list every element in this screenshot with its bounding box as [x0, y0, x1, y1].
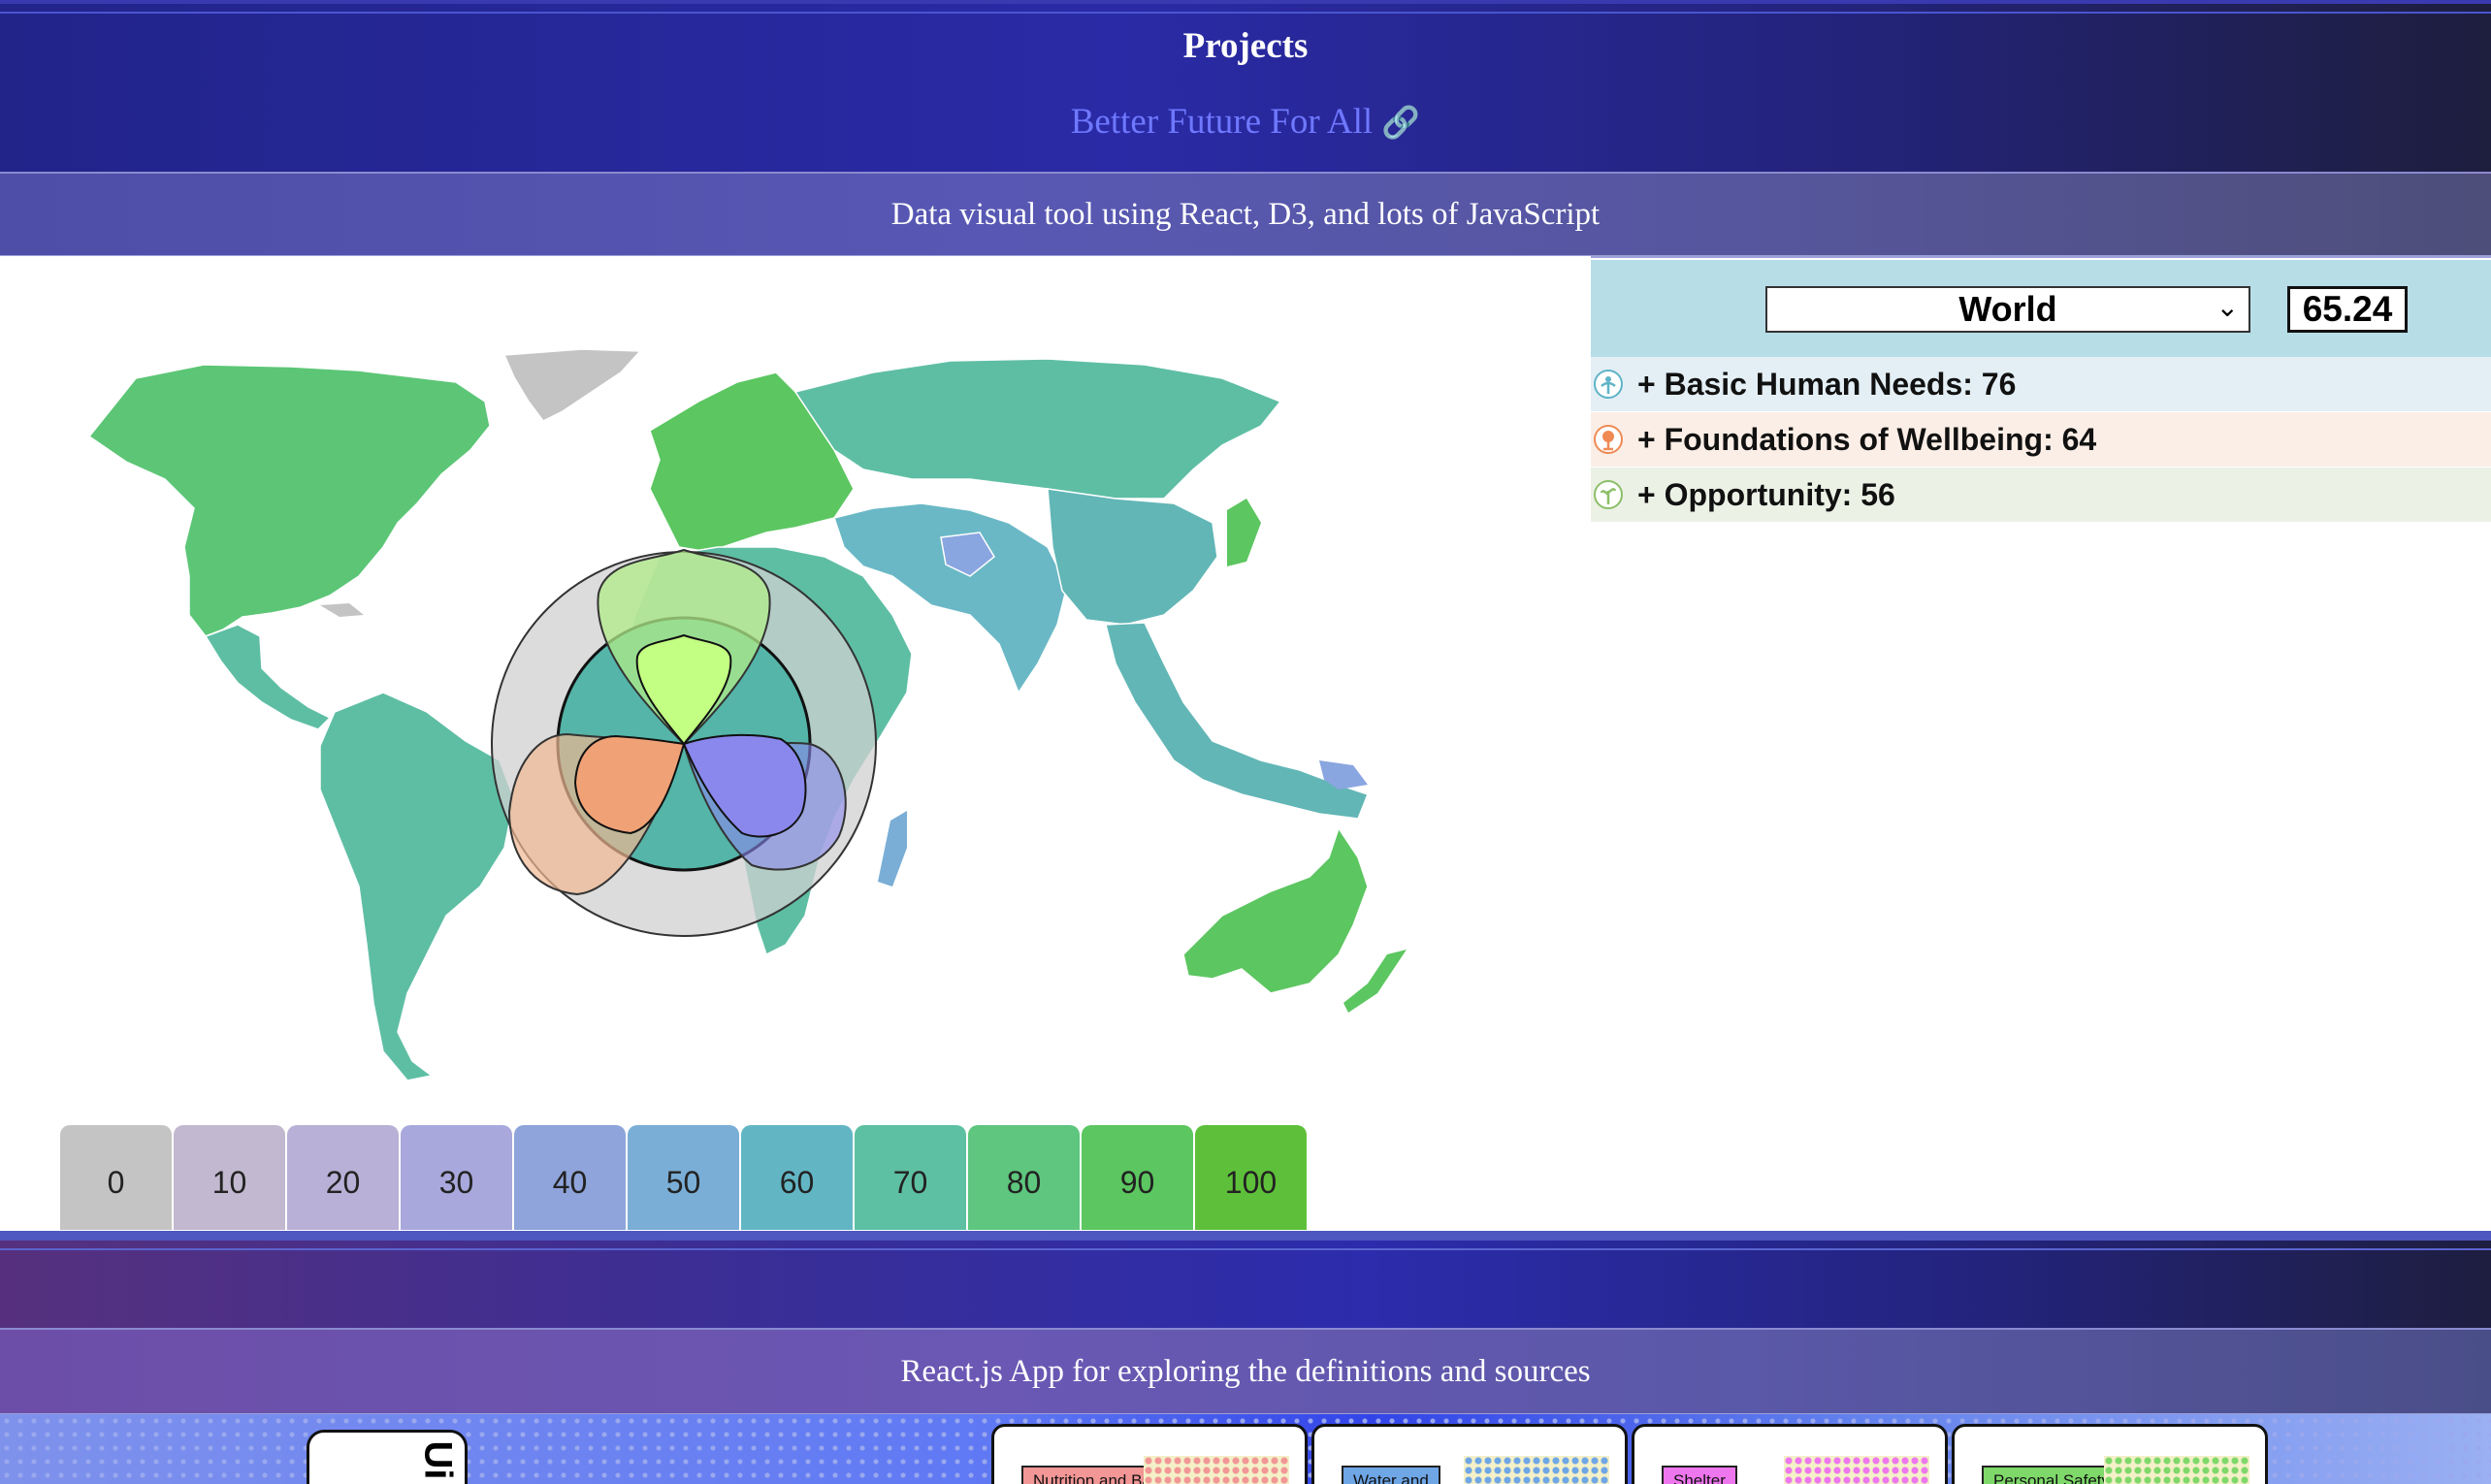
category-label[interactable]: + Foundations of Wellbeing: 64 — [1637, 412, 2096, 467]
panel-header: World ⌄ 65.24 — [1591, 260, 2491, 357]
region-japan[interactable] — [1227, 499, 1261, 566]
category-opportunity[interactable]: + Opportunity: 56 — [1591, 468, 2491, 522]
region-new-zealand[interactable] — [1343, 950, 1407, 1013]
card-tag: Shelter — [1662, 1466, 1737, 1484]
legend-swatch: 80 — [968, 1125, 1080, 1230]
legend-swatch: 50 — [628, 1125, 739, 1230]
region-madagascar[interactable] — [878, 811, 907, 887]
map-svg[interactable] — [0, 256, 1591, 1231]
legend-swatch: 60 — [741, 1125, 853, 1230]
app-description: React.js App for exploring the definitio… — [0, 1328, 2491, 1416]
opportunity-icon — [1594, 480, 1623, 509]
category-foundations-of-wellbeing[interactable]: + Foundations of Wellbeing: 64 — [1591, 412, 2491, 467]
category-label[interactable]: + Opportunity: 56 — [1637, 468, 1895, 522]
legend-swatch: 90 — [1082, 1125, 1193, 1230]
ui-card[interactable]: Ui — [307, 1430, 468, 1484]
region-north-asia[interactable] — [793, 358, 1282, 500]
category-label[interactable]: + Basic Human Needs: 76 — [1637, 357, 2016, 411]
card-tag: Personal Safety — [1982, 1466, 2122, 1484]
legend-swatch: 100 — [1195, 1125, 1307, 1230]
region-southeast-asia[interactable] — [1105, 622, 1369, 820]
legend-swatch: 10 — [174, 1125, 285, 1230]
section-divider — [0, 1231, 2491, 1328]
card-illustration — [1784, 1456, 1929, 1484]
region-select-value: World — [1958, 289, 2057, 329]
divider-rule — [0, 1248, 2491, 1250]
region-caribbean[interactable] — [320, 603, 364, 617]
legend-swatch: 40 — [514, 1125, 626, 1230]
region-australia[interactable] — [1182, 826, 1369, 994]
overall-score: 65.24 — [2287, 286, 2408, 333]
project-link-label[interactable]: Better Future For All — [1071, 102, 1373, 142]
region-panel: World ⌄ 65.24 + Basic Human Needs: 76 + … — [1591, 260, 2491, 522]
card-water[interactable]: Water and — [1311, 1424, 1628, 1484]
foundations-of-wellbeing-icon — [1594, 425, 1623, 454]
card-tag: Water and — [1342, 1466, 1440, 1484]
card-strip[interactable]: Ui Nutrition and Basic Water and Shelter… — [0, 1414, 2491, 1484]
ui-card-label: Ui — [416, 1440, 460, 1480]
region-greenland[interactable] — [502, 348, 642, 422]
region-north-america[interactable] — [87, 364, 491, 637]
page-title: Projects — [1182, 26, 1309, 66]
project-description: Data visual tool using React, D3, and lo… — [0, 172, 2491, 258]
region-south-america[interactable] — [319, 692, 515, 1081]
flower-chart[interactable] — [491, 548, 877, 937]
category-basic-human-needs[interactable]: + Basic Human Needs: 76 — [1591, 357, 2491, 411]
region-east-asia[interactable] — [1047, 488, 1218, 626]
link-icon: 🔗 — [1381, 104, 1421, 141]
card-nutrition[interactable]: Nutrition and Basic — [991, 1424, 1308, 1484]
region-select[interactable]: World ⌄ — [1765, 286, 2250, 333]
basic-human-needs-icon — [1594, 370, 1623, 399]
chevron-down-icon: ⌄ — [2216, 292, 2239, 322]
page-header: Projects Better Future For All 🔗 — [0, 0, 2491, 172]
legend-swatch: 20 — [287, 1125, 399, 1230]
card-illustration — [2104, 1456, 2249, 1484]
card-illustration — [1464, 1456, 1609, 1484]
world-map[interactable] — [0, 256, 1591, 1231]
card-personal-safety[interactable]: Personal Safety — [1952, 1424, 2268, 1484]
legend-swatch: 0 — [60, 1125, 172, 1230]
legend-swatch: 30 — [401, 1125, 512, 1230]
legend-swatch: 70 — [855, 1125, 966, 1230]
card-shelter[interactable]: Shelter — [1632, 1424, 1948, 1484]
region-central-america[interactable] — [204, 624, 332, 730]
card-illustration — [1144, 1456, 1289, 1484]
header-rule — [0, 12, 2491, 14]
project-link[interactable]: Better Future For All 🔗 — [0, 101, 2491, 143]
